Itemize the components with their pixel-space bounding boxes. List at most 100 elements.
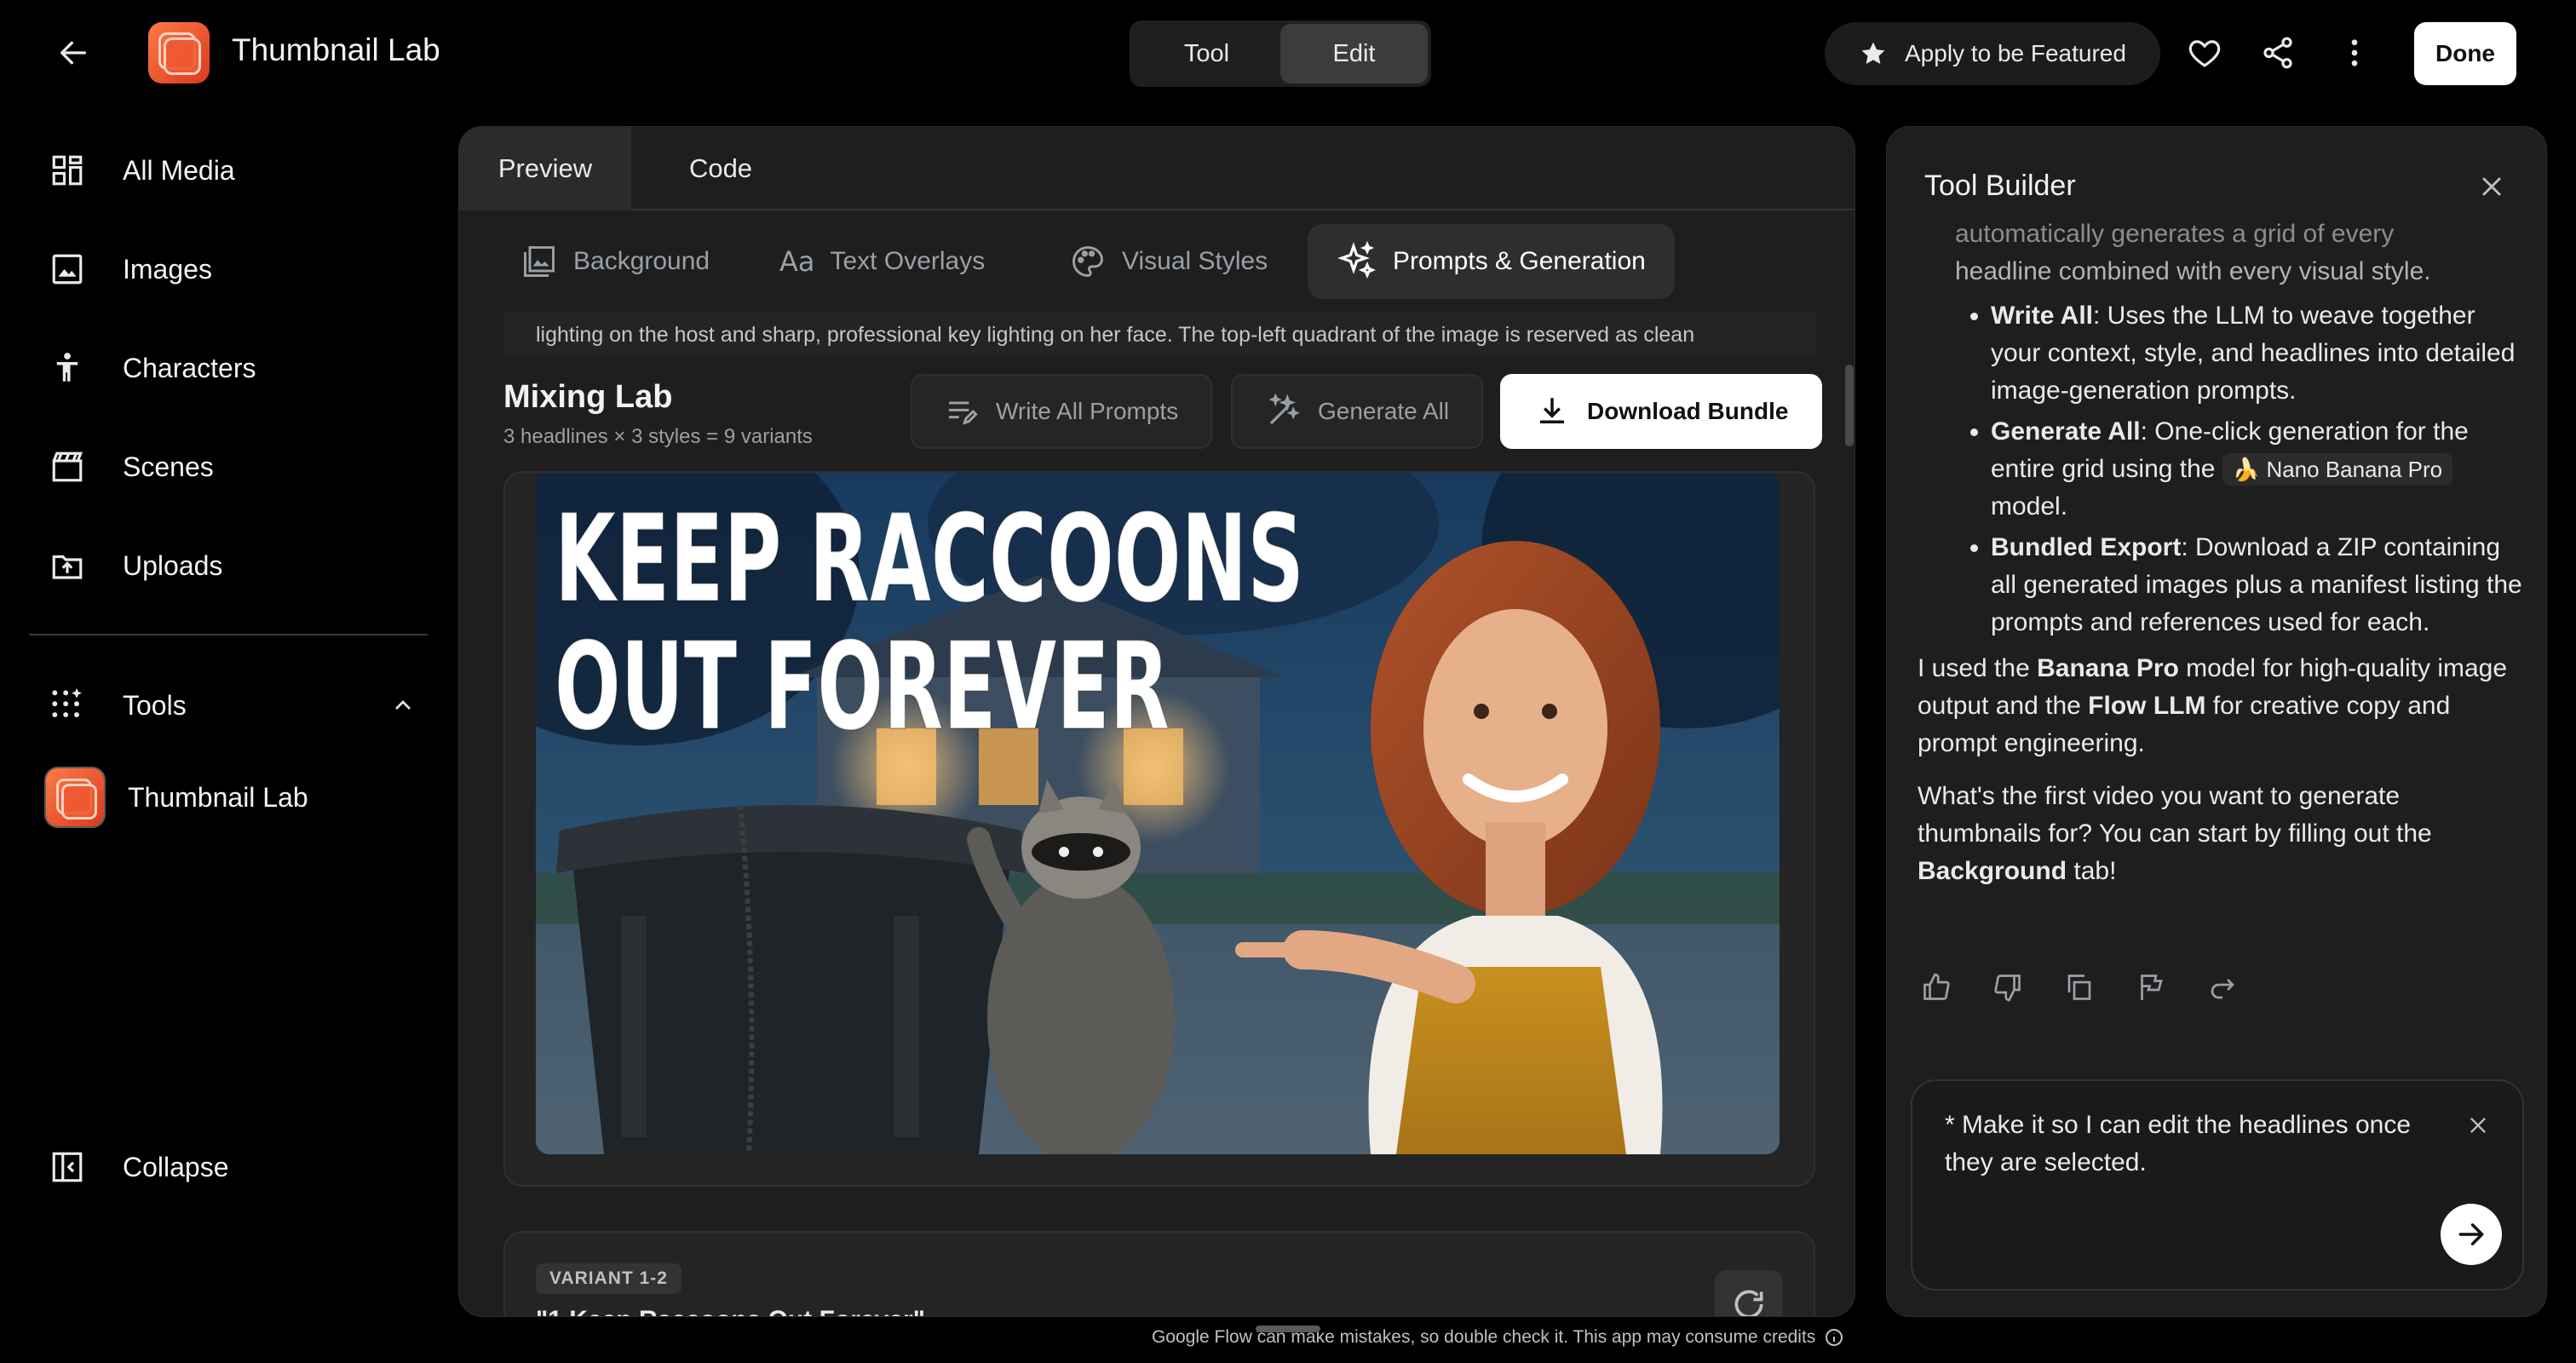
variant-card: VARIANT 1-2 "1 Keep Raccoons Out Forever… [503, 1231, 1815, 1316]
write-all-prompts-button[interactable]: Write All Prompts [911, 374, 1213, 449]
preview-panel: Preview Code Background Aa Text Overlays… [458, 126, 1855, 1317]
info-icon[interactable] [1824, 1327, 1844, 1348]
list-item: Write All: Uses the LLM to weave togethe… [1991, 297, 2522, 410]
sidebar-item-label: Characters [123, 352, 256, 383]
star-icon [1859, 39, 1888, 68]
sidebar-tools-toggle[interactable]: Tools [48, 680, 423, 731]
sidebar-item-uploads[interactable]: Uploads [48, 540, 222, 591]
redo-button[interactable] [2202, 967, 2243, 1008]
thumbs-up-button[interactable] [1916, 967, 1957, 1008]
app-title: Thumbnail Lab [232, 32, 440, 67]
top-bar: Thumbnail Lab Tool Edit Apply to be Feat… [0, 0, 2576, 106]
thumbnail-headline-line1: KEEP RACCOONS [555, 489, 1304, 630]
feature-list: Write All: Uses the LLM to weave togethe… [1918, 297, 2522, 641]
bold-text: Flow LLM [2088, 692, 2206, 720]
tool-builder-title: Tool Builder [1924, 170, 2076, 202]
mixing-lab-subtitle: 3 headlines × 3 styles = 9 variants [503, 425, 813, 448]
done-button[interactable]: Done [2414, 22, 2516, 85]
close-tool-builder-button[interactable] [2466, 161, 2517, 212]
variant-card: KEEP RACCOONS OUT FOREVER [503, 471, 1815, 1187]
download-bundle-label: Download Bundle [1587, 398, 1789, 424]
sidebar-item-label: Scenes [123, 451, 214, 482]
more-options-button[interactable] [2329, 27, 2380, 78]
apply-featured-button[interactable]: Apply to be Featured [1825, 22, 2160, 85]
tool-item-label: Thumbnail Lab [128, 781, 308, 813]
refresh-icon [1730, 1285, 1768, 1316]
mode-tool-button[interactable]: Tool [1133, 24, 1280, 83]
sidebar-item-label: Images [123, 253, 212, 285]
sidebar-item-images[interactable]: Images [48, 244, 212, 295]
heart-icon [2187, 35, 2222, 71]
arrow-right-icon [2455, 1218, 2487, 1251]
variant-badge: VARIANT 1-2 [536, 1263, 681, 1294]
panel-tabs: Preview Code [459, 127, 1854, 210]
magic-wand-icon [1265, 394, 1301, 429]
chat-composer[interactable]: * Make it so I can edit the headlines on… [1911, 1079, 2524, 1291]
sidebar-item-scenes[interactable]: Scenes [48, 441, 214, 492]
sidebar-item-label: All Media [123, 154, 235, 186]
sidebar-collapse-button[interactable]: Collapse [48, 1142, 229, 1193]
arrow-left-icon [56, 36, 90, 70]
subtab-label: Text Overlays [830, 247, 986, 275]
text: tab! [2067, 857, 2117, 885]
download-bundle-button[interactable]: Download Bundle [1500, 374, 1823, 449]
clear-input-button[interactable] [2459, 1107, 2497, 1144]
main-scrollbar[interactable] [1845, 365, 1854, 446]
tab-preview[interactable]: Preview [459, 127, 631, 210]
clapperboard-icon [48, 447, 87, 486]
disclaimer-text: Google Flow can make mistakes, so double… [1152, 1327, 1816, 1347]
assistant-message: automatically generates a grid of every … [1918, 216, 2522, 906]
close-icon [2477, 172, 2506, 201]
faded-line: automatically generates a grid of every [1955, 220, 2395, 248]
favorite-button[interactable] [2179, 27, 2230, 78]
copy-icon [2064, 972, 2095, 1003]
copy-button[interactable] [2059, 967, 2100, 1008]
generate-all-label: Generate All [1318, 398, 1450, 424]
image-stack-icon [520, 243, 558, 280]
edit-lines-icon [945, 394, 979, 428]
bullet-bold: Generate All [1991, 417, 2141, 446]
flag-button[interactable] [2130, 967, 2171, 1008]
subtab-text-overlays[interactable]: Aa Text Overlays [750, 224, 1014, 299]
write-all-label: Write All Prompts [996, 398, 1179, 424]
subtab-background[interactable]: Background [492, 224, 739, 299]
send-button[interactable] [2441, 1204, 2502, 1265]
sidebar-item-characters[interactable]: Characters [48, 342, 256, 394]
generate-all-button[interactable]: Generate All [1231, 374, 1484, 449]
composer-input[interactable]: * Make it so I can edit the headlines on… [1945, 1107, 2422, 1182]
subtab-label: Background [573, 247, 710, 275]
subtab-visual-styles[interactable]: Visual Styles [1040, 224, 1297, 299]
bullet-text: model. [1991, 492, 2068, 520]
download-icon [1534, 394, 1570, 429]
share-button[interactable] [2252, 27, 2303, 78]
feedback-actions [1916, 967, 2243, 1008]
list-item: Bundled Export: Download a ZIP containin… [1991, 529, 2522, 641]
sidebar-divider [29, 634, 428, 635]
text: What's the first video you want to gener… [1918, 782, 2432, 848]
upload-folder-icon [48, 546, 87, 585]
back-button[interactable] [48, 31, 99, 75]
thumbs-down-icon [1992, 972, 2023, 1003]
bold-text: Banana Pro [2037, 654, 2179, 682]
tab-code[interactable]: Code [631, 127, 810, 210]
collapse-sidebar-icon [48, 1147, 87, 1187]
flag-icon [2136, 972, 2166, 1003]
person-icon [48, 348, 87, 388]
thumbs-down-button[interactable] [1987, 967, 2028, 1008]
bullet-bold: Write All [1991, 302, 2094, 330]
close-icon [2466, 1113, 2490, 1137]
home-indicator [1256, 1326, 1320, 1332]
bold-text: Background [1918, 857, 2067, 885]
prompt-line: lighting on the host and sharp, professi… [536, 323, 1695, 347]
tool-subtabs: Background Aa Text Overlays Visual Style… [459, 212, 1854, 311]
regenerate-button[interactable] [1715, 1270, 1783, 1316]
mode-edit-button[interactable]: Edit [1280, 24, 1428, 83]
sidebar-item-all-media[interactable]: All Media [48, 145, 235, 196]
bullet-bold: Bundled Export [1991, 533, 2182, 561]
subtab-prompts-generation[interactable]: Prompts & Generation [1308, 224, 1675, 299]
sidebar-tool-thumbnail-lab[interactable]: Thumbnail Lab [44, 767, 308, 828]
thumbnail-preview-image[interactable]: KEEP RACCOONS OUT FOREVER [536, 473, 1780, 1154]
chevron-up-icon [383, 686, 423, 725]
mode-toggle: Tool Edit [1130, 20, 1431, 87]
redo-icon [2207, 972, 2238, 1003]
